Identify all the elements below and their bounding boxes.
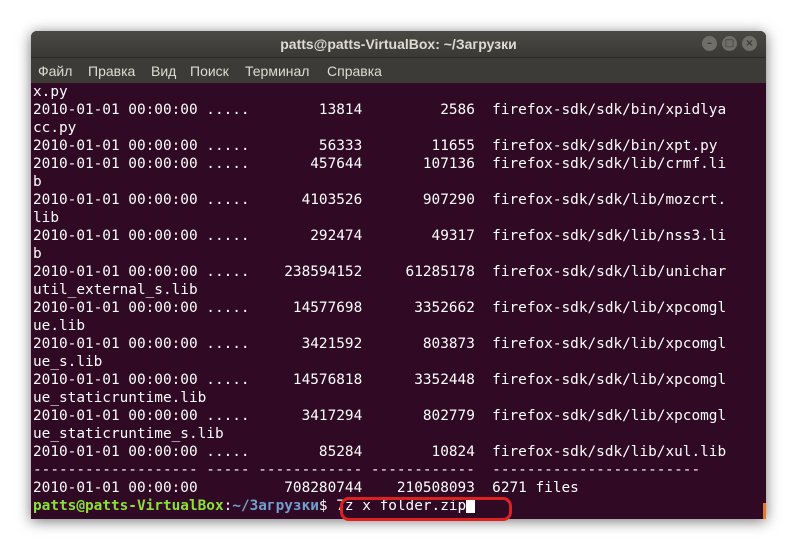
window-title: patts@patts-VirtualBox: ~/Загрузки	[280, 36, 517, 52]
output-line: ue_s.lib	[33, 354, 103, 370]
output-line: x.py	[33, 84, 68, 100]
menu-terminal[interactable]: Терминал	[245, 63, 309, 79]
terminal-window: patts@patts-VirtualBox: ~/Загрузки – □ ×…	[31, 31, 766, 519]
prompt-path: ~/Загрузки	[232, 498, 319, 514]
output-line: 2010-01-01 00:00:00 ..... 3417294 802779…	[33, 408, 727, 424]
output-line: cc.py	[33, 120, 77, 136]
menu-view[interactable]: Вид	[151, 63, 176, 79]
scrollbar-thumb[interactable]	[763, 503, 766, 519]
summary-line: 2010-01-01 00:00:00 708280744 210508093 …	[33, 480, 579, 496]
command-highlight-frame	[340, 497, 512, 521]
maximize-button[interactable]: □	[722, 36, 737, 51]
menu-file[interactable]: Файл	[38, 63, 72, 79]
output-line: 2010-01-01 00:00:00 ..... 56333 11655 fi…	[33, 138, 718, 154]
terminal-output[interactable]: x.py 2010-01-01 00:00:00 ..... 13814 258…	[33, 83, 759, 519]
output-line: b	[33, 174, 42, 190]
menu-edit[interactable]: Правка	[88, 63, 135, 79]
output-line: 2010-01-01 00:00:00 ..... 292474 49317 f…	[33, 228, 727, 244]
output-line: ue_staticruntime_s.lib	[33, 426, 224, 442]
output-line: 2010-01-01 00:00:00 ..... 238594152 6128…	[33, 264, 727, 280]
output-line: ue_staticruntime.lib	[33, 390, 207, 406]
title-bar[interactable]: patts@patts-VirtualBox: ~/Загрузки – □ ×	[31, 31, 766, 58]
output-line: 2010-01-01 00:00:00 ..... 14577698 33526…	[33, 300, 727, 316]
output-line: ue.lib	[33, 318, 85, 334]
output-line: 2010-01-01 00:00:00 ..... 85284 10824 fi…	[33, 444, 727, 460]
output-line: lib	[33, 210, 59, 226]
prompt-user-host: patts@patts-VirtualBox	[33, 498, 224, 514]
scrollbar[interactable]	[760, 83, 766, 519]
minimize-button[interactable]: –	[702, 36, 717, 51]
separator-line: ------------------- ----- ------------ -…	[33, 462, 701, 478]
output-line: b	[33, 246, 42, 262]
output-line: 2010-01-01 00:00:00 ..... 4103526 907290…	[33, 192, 727, 208]
prompt-separator: :	[223, 498, 233, 514]
output-line: 2010-01-01 00:00:00 ..... 13814 2586 fir…	[33, 102, 727, 118]
menu-bar: Файл Правка Вид Поиск Терминал Справка	[31, 58, 766, 83]
output-line: 2010-01-01 00:00:00 ..... 14576818 33524…	[33, 372, 727, 388]
prompt-symbol: $	[318, 498, 337, 514]
output-line: 2010-01-01 00:00:00 ..... 457644 107136 …	[33, 156, 727, 172]
menu-help[interactable]: Справка	[327, 63, 382, 79]
output-line: 2010-01-01 00:00:00 ..... 3421592 803873…	[33, 336, 727, 352]
menu-search[interactable]: Поиск	[190, 63, 229, 79]
close-button[interactable]: ×	[742, 36, 757, 51]
output-line: util_external_s.lib	[33, 282, 198, 298]
